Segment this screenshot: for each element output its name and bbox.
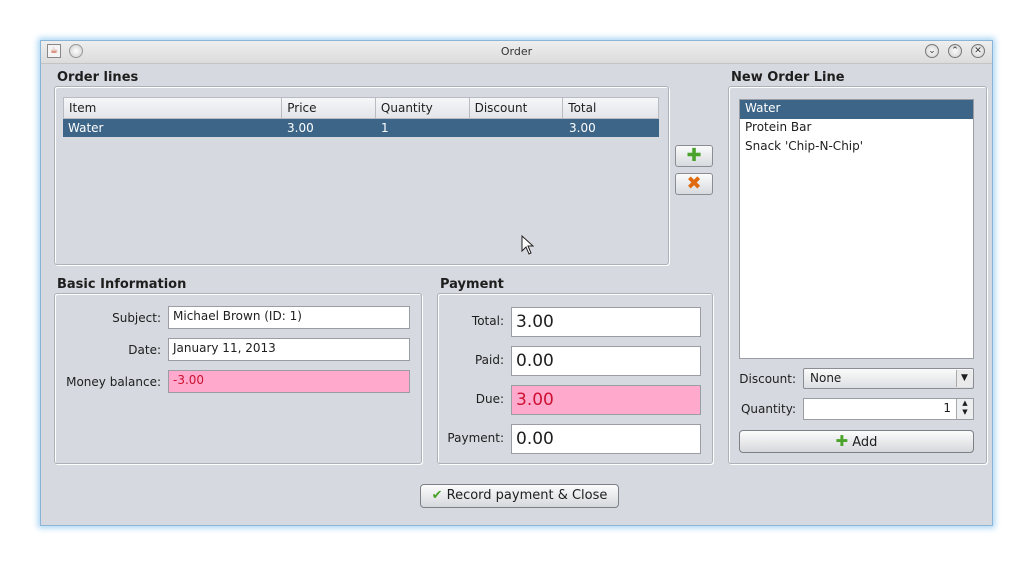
column-header-price[interactable]: Price [282, 98, 376, 118]
quantity-value: 1 [943, 401, 951, 415]
discount-label: Discount: [739, 372, 796, 386]
close-icon[interactable]: ✕ [971, 44, 985, 58]
checkmark-icon: ✔ [431, 488, 443, 503]
maximize-icon[interactable]: ⌃ [948, 44, 962, 58]
order-window: ☕ Order ⌄ ⌃ ✕ Order lines Item Price Qua… [40, 40, 993, 526]
quantity-stepper[interactable]: 1 ▲ ▼ [803, 398, 974, 420]
column-header-quantity[interactable]: Quantity [376, 98, 470, 118]
table-row[interactable]: Water 3.00 1 3.00 [63, 119, 659, 137]
total-field[interactable]: 3.00 [511, 307, 701, 337]
product-list[interactable]: Water Protein Bar Snack 'Chip-N-Chip' [739, 99, 974, 359]
quantity-label: Quantity: [740, 402, 796, 416]
chevron-down-icon: ▼ [956, 370, 972, 387]
cell-item: Water [68, 121, 104, 135]
record-payment-close-label: Record payment & Close [446, 488, 608, 503]
mouse-cursor-icon [521, 235, 535, 255]
add-button-label: Add [852, 435, 878, 450]
date-field[interactable]: January 11, 2013 [168, 338, 410, 361]
subject-field[interactable]: Michael Brown (ID: 1) [168, 306, 410, 329]
discount-select-value: None [810, 371, 842, 385]
due-field[interactable]: 3.00 [511, 385, 701, 415]
remove-line-button[interactable]: ✖ [675, 173, 713, 195]
minimize-icon[interactable]: ⌄ [925, 44, 939, 58]
payment-amount-field[interactable]: 0.00 [511, 424, 701, 454]
paid-label: Paid: [474, 353, 504, 367]
window-title: Order [500, 45, 533, 58]
cell-quantity: 1 [381, 121, 389, 135]
basic-information-label: Basic Information [57, 277, 187, 292]
money-balance-field[interactable]: -3.00 [168, 370, 410, 393]
table-header: Item Price Quantity Discount Total [63, 97, 659, 119]
new-order-line-label: New Order Line [731, 70, 845, 85]
paid-field[interactable]: 0.00 [511, 346, 701, 376]
remove-icon: ✖ [686, 173, 702, 194]
add-button[interactable]: ✚ Add [739, 430, 974, 453]
column-header-total[interactable]: Total [563, 98, 658, 118]
column-header-discount[interactable]: Discount [470, 98, 564, 118]
order-lines-label: Order lines [57, 70, 139, 85]
subject-label: Subject: [112, 311, 161, 325]
list-item[interactable]: Protein Bar [740, 119, 973, 138]
list-item[interactable]: Snack 'Chip-N-Chip' [740, 138, 973, 157]
money-balance-label: Money balance: [66, 375, 161, 389]
record-payment-close-button[interactable]: ✔ Record payment & Close [420, 484, 619, 508]
add-line-button[interactable]: ✚ [675, 145, 713, 167]
cell-price: 3.00 [287, 121, 314, 135]
order-lines-table[interactable]: Item Price Quantity Discount Total Water… [63, 97, 659, 137]
payment-label: Payment [440, 277, 504, 292]
stepper-arrows-icon[interactable]: ▲ ▼ [956, 399, 973, 419]
discount-select[interactable]: None ▼ [803, 368, 974, 389]
plus-icon: ✚ [835, 432, 849, 450]
list-item[interactable]: Water [740, 100, 973, 119]
title-bar[interactable]: ☕ Order ⌄ ⌃ ✕ [41, 41, 992, 64]
date-label: Date: [128, 343, 161, 357]
due-label: Due: [475, 392, 504, 406]
cell-discount [470, 119, 564, 137]
payment-amount-label: Payment: [447, 431, 504, 445]
plus-icon: ✚ [686, 145, 702, 166]
column-header-item[interactable]: Item [64, 98, 283, 118]
cell-total: 3.00 [569, 121, 596, 135]
total-label: Total: [471, 314, 504, 328]
